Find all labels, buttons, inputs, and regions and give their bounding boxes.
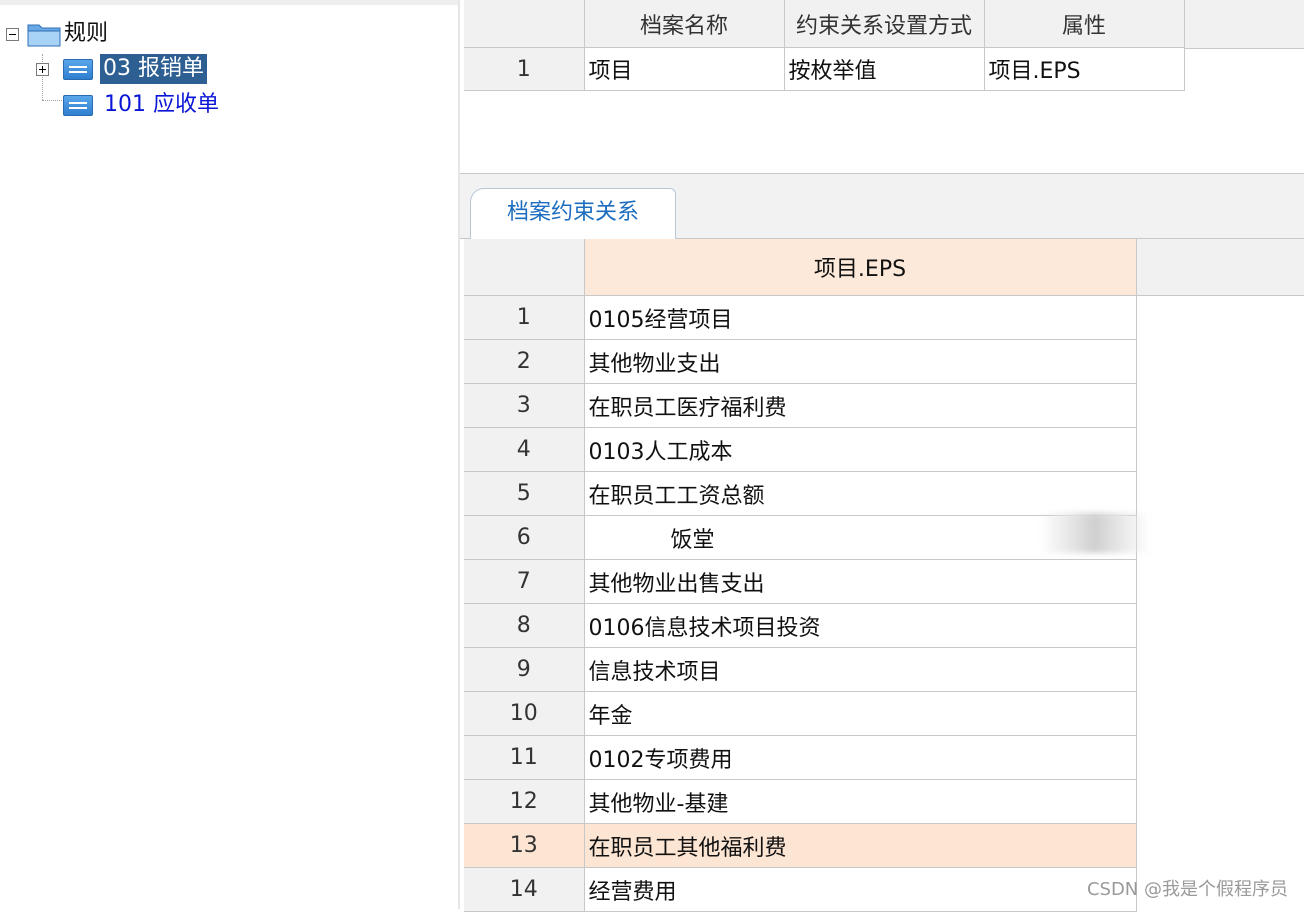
tab-archive-constraints[interactable]: 档案约束关系 [470,188,676,239]
table-row[interactable]: 12 其他物业-基建 [464,779,1137,824]
table-row[interactable]: 4 0103人工成本 [464,427,1137,472]
column-header[interactable]: 属性 [984,0,1185,48]
grid-cell[interactable]: 在职员工其他福利费 [584,823,1137,868]
row-number: 6 [464,515,585,560]
archive-grid: 档案名称 约束关系设置方式 属性 1 项目 按枚举值 项目.EPS [464,0,1185,91]
grid-cell[interactable]: 经营费用 [584,867,1137,912]
grid-cell[interactable]: 其他物业-基建 [584,779,1137,824]
grid-header-row: 档案名称 约束关系设置方式 属性 [464,0,1185,48]
table-row[interactable]: 1 0105经营项目 [464,295,1137,340]
folder-open-icon [27,21,61,47]
grid-cell[interactable]: 信息技术项目 [584,647,1137,692]
tree-node-root[interactable]: 规则 [6,19,111,49]
row-number: 13 [464,823,585,868]
row-number: 5 [464,471,585,516]
tree-connector [42,100,62,101]
tree-panel: 规则 03 报销单 101 应收单 [0,0,458,909]
table-row[interactable]: 13 在职员工其他福利费 [464,823,1137,868]
grid-cell[interactable]: 其他物业出售支出 [584,559,1137,604]
row-number: 10 [464,691,585,736]
table-row[interactable]: 9 信息技术项目 [464,647,1137,692]
table-row[interactable]: 3 在职员工医疗福利费 [464,383,1137,428]
row-number: 9 [464,647,585,692]
redacted-blur [1040,513,1150,553]
watermark: CSDN @我是个假程序员 [1086,879,1288,900]
column-header[interactable]: 约束关系设置方式 [784,0,985,48]
row-number: 14 [464,867,585,912]
grid-cell[interactable]: 0102专项费用 [584,735,1137,780]
table-row[interactable]: 5 在职员工工资总额 [464,471,1137,516]
grid-cell[interactable]: 0106信息技术项目投资 [584,603,1137,648]
table-row[interactable]: 7 其他物业出售支出 [464,559,1137,604]
tree-node-root-label: 规则 [64,21,109,46]
grid-cell[interactable]: 在职员工工资总额 [584,471,1137,516]
table-row[interactable]: 10 年金 [464,691,1137,736]
column-header[interactable]: 档案名称 [584,0,785,48]
document-icon [63,58,93,80]
row-number: 2 [464,339,585,384]
row-number: 12 [464,779,585,824]
grid-cell[interactable]: 其他物业支出 [584,339,1137,384]
tree-node-item[interactable]: 03 报销单 [36,54,207,84]
grid-cell[interactable]: 按枚举值 [784,47,985,91]
row-number: 7 [464,559,585,604]
grid-cell[interactable]: 0105经营项目 [584,295,1137,340]
row-number: 8 [464,603,585,648]
tab-bar: 档案约束关系 [460,174,1304,239]
tree-node-item[interactable]: 101 应收单 [63,90,222,120]
grid-cell[interactable]: 项目.EPS [984,47,1185,91]
constraint-grid: 项目.EPS 1 0105经营项目 2 其他物业支出 3 在职员工医疗福利费 4 0103人工… [464,239,1137,912]
grid-cell[interactable]: 项目 [584,47,785,91]
row-number-header [464,239,585,296]
row-number: 4 [464,427,585,472]
grid-header-row: 项目.EPS [464,239,1137,296]
table-row[interactable]: 2 其他物业支出 [464,339,1137,384]
grid-cell[interactable]: 在职员工医疗福利费 [584,383,1137,428]
row-number-header [464,0,585,48]
table-row[interactable]: 14 经营费用 [464,867,1137,912]
table-row[interactable]: 6 饭堂 [464,515,1137,560]
row-number: 3 [464,383,585,428]
table-row[interactable]: 1 项目 按枚举值 项目.EPS [464,47,1185,91]
tree-node-label: 101 应收单 [104,92,219,117]
tree-top-border [0,0,458,5]
table-row[interactable]: 8 0106信息技术项目投资 [464,603,1137,648]
tree-node-label: 03 报销单 [100,54,207,84]
expand-toggle-icon[interactable] [36,62,49,76]
column-header[interactable]: 项目.EPS [584,239,1137,296]
row-number: 11 [464,735,585,780]
row-number: 1 [464,295,585,340]
detail-panel: 档案名称 约束关系设置方式 属性 1 项目 按枚举值 项目.EPS 档案约束关系… [460,0,1304,912]
grid-header-filler [1185,0,1304,49]
grid-cell[interactable]: 0103人工成本 [584,427,1137,472]
grid-cell[interactable]: 年金 [584,691,1137,736]
grid-header-filler [1136,239,1304,296]
collapse-toggle-icon[interactable] [6,27,19,41]
document-icon [63,94,93,116]
row-number: 1 [464,47,585,91]
table-row[interactable]: 11 0102专项费用 [464,735,1137,780]
